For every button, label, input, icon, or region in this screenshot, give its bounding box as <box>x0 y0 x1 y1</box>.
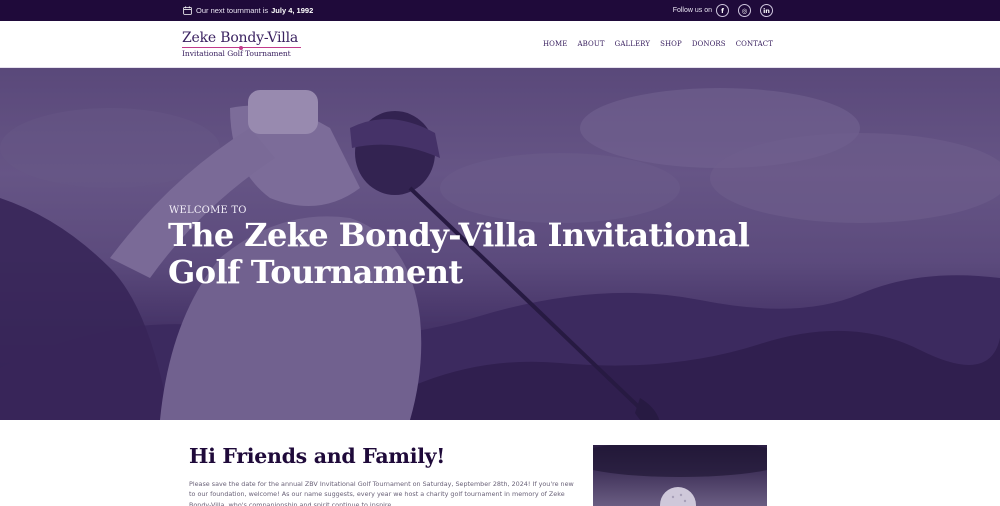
facebook-icon[interactable]: f <box>716 4 729 17</box>
follow-us-label: Follow us on <box>672 7 712 14</box>
golf-ball-image <box>593 445 767 506</box>
intro-heading: Hi Friends and Family! <box>189 444 445 468</box>
main-nav: HOME ABOUT GALLERY SHOP DONORS CONTACT <box>543 40 773 48</box>
instagram-icon[interactable]: ◎ <box>738 4 751 17</box>
social-links: Follow us on f ◎ in <box>673 3 773 18</box>
site-logo[interactable]: Zeke Bondy-Villa Invitational Golf Tourn… <box>182 30 304 58</box>
linkedin-icon[interactable]: in <box>760 4 773 17</box>
nav-donors[interactable]: DONORS <box>692 40 726 48</box>
nav-about[interactable]: ABOUT <box>577 40 604 48</box>
next-tournament-notice: Our next tournmant is July 4, 1992 <box>183 4 313 17</box>
logo-divider <box>182 45 301 50</box>
nav-shop[interactable]: SHOP <box>660 40 682 48</box>
nav-contact[interactable]: CONTACT <box>736 40 773 48</box>
calendar-icon <box>183 6 192 15</box>
next-tournament-date: July 4, 1992 <box>271 6 314 15</box>
top-announcement-bar: Our next tournmant is July 4, 1992 Follo… <box>0 0 1000 21</box>
logo-subtitle: Invitational Golf Tournament <box>182 49 291 58</box>
nav-home[interactable]: HOME <box>543 40 568 48</box>
logo-title: Zeke Bondy-Villa <box>182 30 298 46</box>
hero-title: The Zeke Bondy-Villa Invitational Golf T… <box>168 216 750 291</box>
next-tournament-label: Our next tournmant is <box>196 6 269 15</box>
hero-banner: WELCOME TO The Zeke Bondy-Villa Invitati… <box>0 68 1000 420</box>
site-header: Zeke Bondy-Villa Invitational Golf Tourn… <box>0 21 1000 68</box>
intro-paragraph: Please save the date for the annual ZBV … <box>189 480 574 506</box>
nav-gallery[interactable]: GALLERY <box>615 40 650 48</box>
golf-ball-illustration <box>593 445 767 506</box>
hero-kicker: WELCOME TO <box>169 205 247 216</box>
